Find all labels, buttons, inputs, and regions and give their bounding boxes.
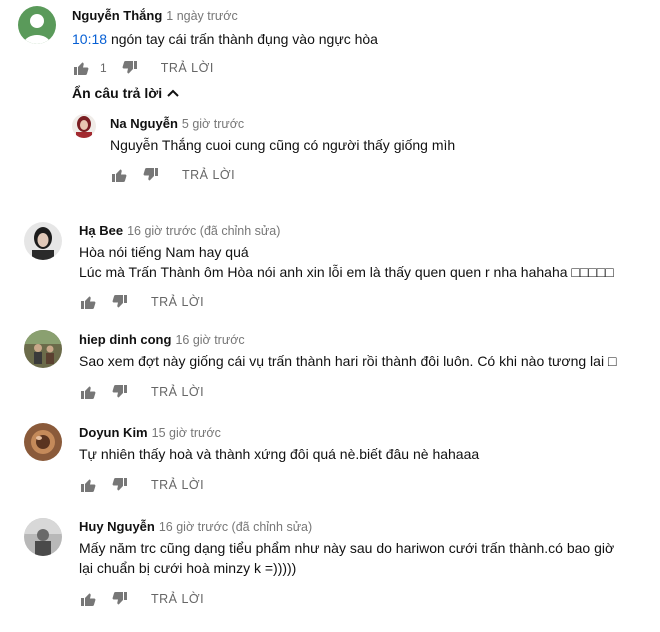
comment-text-line: Lúc mà Trấn Thành ôm Hòa nói anh xin lỗi…: [79, 264, 614, 280]
thumbs-up-icon[interactable]: [79, 383, 97, 401]
thumbs-up-icon[interactable]: [79, 590, 97, 608]
comment-text-line: Hòa nói tiếng Nam hay quá: [79, 244, 249, 260]
comment-text: Tự nhiên thấy hoà và thành xứng đôi quá …: [79, 446, 480, 462]
avatar[interactable]: [24, 222, 62, 260]
default-avatar-icon: [18, 6, 56, 44]
comment-time[interactable]: 16 giờ trước (đã chỉnh sửa): [127, 224, 280, 238]
comment-author[interactable]: Doyun Kim: [79, 425, 148, 440]
thumbs-up-icon[interactable]: [72, 59, 90, 77]
comment-author[interactable]: Na Nguyễn: [110, 116, 178, 131]
reply-button[interactable]: TRẢ LỜI: [151, 592, 204, 606]
reply-button[interactable]: TRẢ LỜI: [161, 61, 214, 75]
like-count: 1: [100, 61, 107, 75]
reply-button[interactable]: TRẢ LỜI: [182, 168, 235, 182]
comment-time[interactable]: 15 giờ trước: [152, 426, 221, 440]
thumbs-down-icon[interactable]: [111, 476, 129, 494]
thumbs-down-icon[interactable]: [111, 383, 129, 401]
hide-replies-button[interactable]: Ẩn câu trả lời: [72, 85, 179, 101]
comment-text: Nguyễn Thắng cuoi cung cũng có người thấ…: [110, 137, 456, 153]
thumbs-up-icon[interactable]: [79, 293, 97, 311]
timestamp-link[interactable]: 10:18: [72, 31, 107, 47]
comments-section: Nguyễn Thắng 1 ngày trước 10:18 ngón tay …: [0, 0, 660, 632]
comment-time[interactable]: 16 giờ trước: [175, 333, 244, 347]
avatar[interactable]: [24, 330, 62, 368]
thumbs-down-icon[interactable]: [142, 166, 160, 184]
avatar[interactable]: [18, 6, 56, 44]
comment-text: Sao xem đợt này giống cái vụ trấn thành …: [79, 353, 617, 369]
thumbs-up-icon[interactable]: [110, 166, 128, 184]
comment-time[interactable]: 5 giờ trước: [182, 117, 244, 131]
comment-text: ngón tay cái trấn thành đụng vào ngực hò…: [110, 31, 378, 47]
avatar[interactable]: [24, 423, 62, 461]
thumbs-down-icon[interactable]: [111, 590, 129, 608]
chevron-up-icon: [167, 89, 179, 97]
reply-button[interactable]: TRẢ LỜI: [151, 295, 204, 309]
comment-author[interactable]: Huy Nguyễn: [79, 519, 155, 534]
comment-text-line: Mấy năm trc cũng dạng tiểu phẩm như này …: [79, 540, 615, 556]
comment-author[interactable]: Hạ Bee: [79, 223, 123, 238]
comment-author[interactable]: Nguyễn Thắng: [72, 8, 162, 23]
avatar[interactable]: [24, 518, 62, 556]
comment-time[interactable]: 1 ngày trước: [166, 9, 237, 23]
thumbs-down-icon[interactable]: [121, 59, 139, 77]
avatar[interactable]: [72, 114, 96, 138]
reply-button[interactable]: TRẢ LỜI: [151, 478, 204, 492]
thumbs-up-icon[interactable]: [79, 476, 97, 494]
comment-time[interactable]: 16 giờ trước (đã chỉnh sửa): [159, 520, 312, 534]
hide-replies-label: Ẩn câu trả lời: [72, 85, 163, 101]
reply-button[interactable]: TRẢ LỜI: [151, 385, 204, 399]
comment-author[interactable]: hiep dinh cong: [79, 332, 171, 347]
comment-text-line: lại chuẩn bị cưới hoà minzy k =))))): [79, 560, 297, 576]
thumbs-down-icon[interactable]: [111, 293, 129, 311]
